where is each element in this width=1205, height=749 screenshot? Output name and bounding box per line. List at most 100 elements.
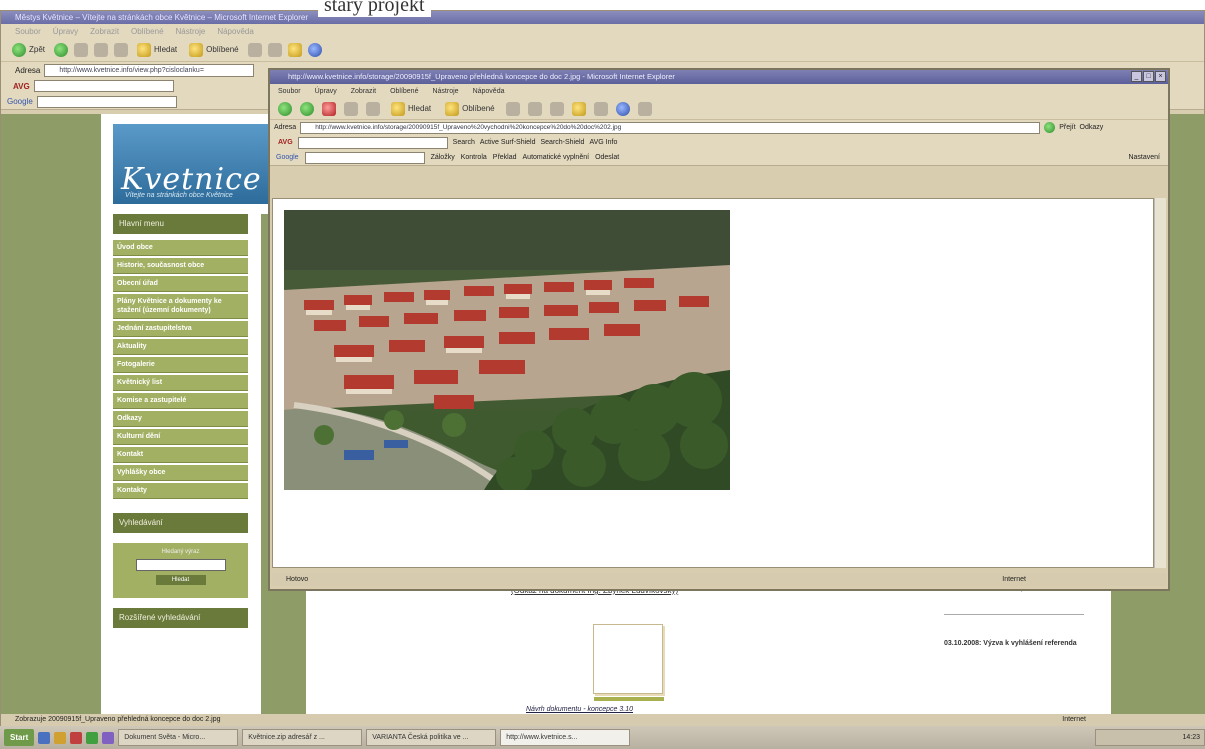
start-button[interactable]: Start <box>4 729 35 746</box>
favorites-button[interactable]: Oblíbené <box>186 42 241 58</box>
mail-icon[interactable] <box>527 101 542 116</box>
forward-arrow-icon[interactable] <box>300 101 314 116</box>
links-button[interactable]: Odkazy <box>1080 124 1104 131</box>
go-arrow-icon[interactable] <box>1044 122 1056 133</box>
site-search-input[interactable] <box>135 559 226 571</box>
popup-scrollbar[interactable] <box>1154 198 1166 568</box>
nav-item[interactable]: Odkazy <box>113 411 248 427</box>
nav-item[interactable]: Historie, současnost obce <box>113 258 248 274</box>
document-link[interactable]: Návrh dokumentu - koncepce 3.10 <box>526 706 633 713</box>
popup-menu-tools[interactable]: Nástroje <box>432 88 458 95</box>
close-button[interactable]: × <box>1155 71 1166 82</box>
back-arrow-icon[interactable] <box>278 101 292 116</box>
nav-item[interactable]: Fotogalerie <box>113 357 248 373</box>
advanced-search-heading[interactable]: Rozšířené vyhledávání <box>113 608 248 628</box>
history-icon[interactable] <box>505 101 520 116</box>
site-search-button[interactable]: Hledat <box>155 575 206 585</box>
bluetooth-icon[interactable] <box>615 101 630 116</box>
document-thumbnail[interactable] <box>593 624 664 701</box>
go-button[interactable]: Přejít <box>1059 124 1075 131</box>
system-tray-clock[interactable]: 14:23 <box>1095 729 1205 746</box>
nav-item[interactable]: Obecní úřad <box>113 276 248 292</box>
taskbar-task[interactable]: VARIANTA Česká politika ve ... <box>366 729 497 746</box>
avg-search-button[interactable]: Search <box>453 139 475 146</box>
bluetooth-icon[interactable] <box>307 42 322 57</box>
google-send-button[interactable]: Odeslat <box>595 154 619 161</box>
outer-status-bar: Zobrazuje 20090915f_Upraveno přehledná k… <box>1 714 1205 726</box>
ie-quicklaunch-icon[interactable] <box>38 731 51 744</box>
home-icon[interactable] <box>366 101 380 116</box>
popup-menu-edit[interactable]: Úpravy <box>315 88 337 95</box>
popup-address-input[interactable]: http://www.kvetnice.info/storage/2009091… <box>300 121 1041 134</box>
right-news-column: funkční a.s. Sdělení k dopravním změnám … <box>944 584 1084 649</box>
stop-icon[interactable] <box>322 101 336 116</box>
nav-item[interactable]: Aktuality <box>113 339 248 355</box>
star-icon <box>189 42 204 57</box>
popup-menu-favorites[interactable]: Oblíbené <box>390 88 418 95</box>
popup-avg-search-input[interactable] <box>297 136 448 149</box>
nav-item[interactable]: Jednání zastupitelstva <box>113 321 248 337</box>
google-check-button[interactable]: Kontrola <box>461 154 487 161</box>
menu-file[interactable]: Soubor <box>15 27 41 36</box>
nav-item[interactable]: Kulturní dění <box>113 429 248 445</box>
popup-image-viewport <box>272 198 1154 568</box>
google-autofill-button[interactable]: Automatické vyplnění <box>523 154 590 161</box>
print-icon[interactable] <box>549 101 564 116</box>
popup-menu-file[interactable]: Soubor <box>278 88 301 95</box>
refresh-icon[interactable] <box>94 42 109 57</box>
nav-item[interactable]: Kontakt <box>113 447 248 463</box>
research-icon[interactable] <box>637 101 652 116</box>
avg-search-shield-button[interactable]: Search-Shield <box>540 139 584 146</box>
popup-status-zone: Internet <box>1002 576 1026 583</box>
mail-icon[interactable] <box>267 42 282 57</box>
avg-info-button[interactable]: AVG Info <box>589 139 617 146</box>
nav-item[interactable]: Vyhlášky obce <box>113 465 248 481</box>
nav-item[interactable]: Plány Květnice a dokumenty ke stažení (ú… <box>113 294 248 319</box>
avg-surf-shield-button[interactable]: Active Surf-Shield <box>480 139 536 146</box>
menu-tools[interactable]: Nástroje <box>176 27 206 36</box>
google-search-input[interactable] <box>36 95 177 108</box>
stop-icon[interactable] <box>74 42 89 57</box>
menu-edit[interactable]: Úpravy <box>53 27 78 36</box>
popup-favorites-button[interactable]: Oblíbené <box>442 101 497 117</box>
avg-search-input[interactable] <box>33 80 174 92</box>
nav-item[interactable]: Úvod obce <box>113 240 248 256</box>
home-icon[interactable] <box>114 42 129 57</box>
scan-caption: stary projekt <box>318 0 431 17</box>
back-button[interactable]: Zpět <box>9 42 48 58</box>
minimize-button[interactable]: _ <box>1131 71 1142 82</box>
taskbar-task[interactable]: Dokument Světa - Micro... <box>118 729 239 746</box>
star-icon <box>445 101 460 116</box>
maximize-button[interactable]: □ <box>1143 71 1154 82</box>
refresh-icon[interactable] <box>344 101 358 116</box>
folder-icon[interactable] <box>287 42 302 57</box>
outer-address-input[interactable]: http://www.kvetnice.info/view.php?cisloc… <box>44 63 255 77</box>
popup-menu-view[interactable]: Zobrazit <box>351 88 376 95</box>
forward-arrow-icon[interactable] <box>54 42 69 57</box>
popup-google-search-input[interactable] <box>304 151 425 164</box>
nav-item[interactable]: Květnický list <box>113 375 248 391</box>
google-translate-button[interactable]: Překlad <box>493 154 517 161</box>
search-button[interactable]: Hledat <box>134 42 180 58</box>
popup-search-button[interactable]: Hledat <box>388 101 434 117</box>
messenger-icon[interactable] <box>593 101 608 116</box>
menu-view[interactable]: Zobrazit <box>90 27 119 36</box>
nav-item[interactable]: Komise a zastupitelé <box>113 393 248 409</box>
folder-icon[interactable] <box>571 101 586 116</box>
app-quicklaunch-icon[interactable] <box>86 731 99 744</box>
popup-menu-help[interactable]: Nápověda <box>473 88 505 95</box>
news-item[interactable]: 03.10.2008: Výzva k vyhlášení referenda <box>944 639 1084 649</box>
search-icon <box>391 101 405 116</box>
history-icon[interactable] <box>247 42 262 57</box>
site-logo-subtitle: Vítejte na stránkách obce Květnice <box>125 192 233 199</box>
menu-help[interactable]: Nápověda <box>217 27 253 36</box>
taskbar-task-active[interactable]: http://www.kvetnice.s... <box>500 729 631 746</box>
menu-favorites[interactable]: Oblíbené <box>131 27 163 36</box>
taskbar-task[interactable]: Květnice.zip adresář z ... <box>242 729 363 746</box>
google-settings-button[interactable]: Nastavení <box>1128 154 1160 161</box>
app-quicklaunch-icon[interactable] <box>70 731 83 744</box>
google-bookmarks-button[interactable]: Záložky <box>431 154 455 161</box>
folder-quicklaunch-icon[interactable] <box>54 731 67 744</box>
nav-item[interactable]: Kontakty <box>113 483 248 499</box>
app-quicklaunch-icon[interactable] <box>102 731 115 744</box>
